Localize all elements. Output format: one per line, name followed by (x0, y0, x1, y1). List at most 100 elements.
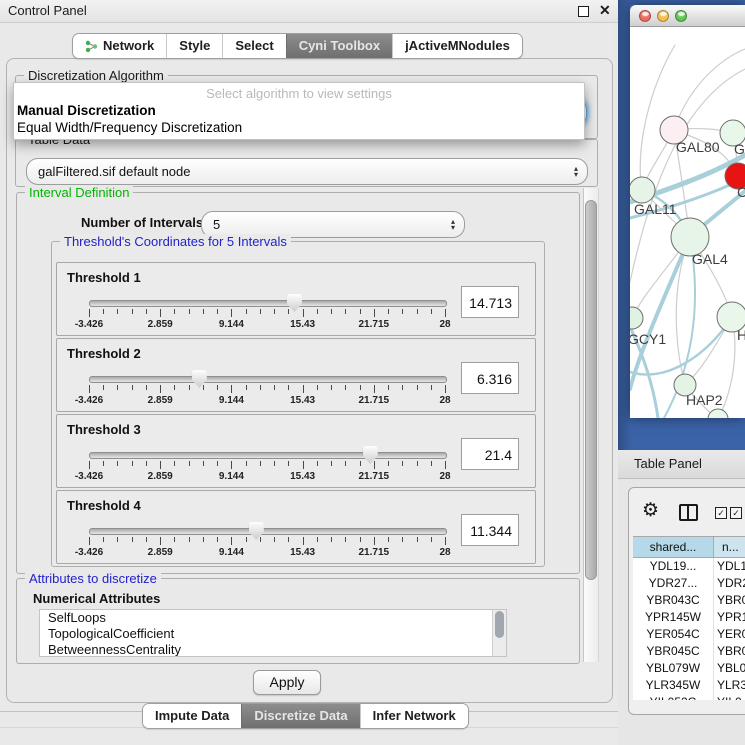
table-cell[interactable]: YIL0 (714, 694, 745, 700)
table-cell[interactable]: YLR3 (714, 677, 745, 694)
table-cell[interactable]: YDL19... (633, 558, 714, 575)
minor-tick (246, 537, 247, 542)
minor-tick (117, 309, 118, 314)
major-tick (231, 461, 232, 469)
table-cell[interactable]: YDR27... (633, 575, 714, 592)
threshold-value-field[interactable]: 11.344 (461, 514, 519, 546)
threshold-value-field[interactable]: 6.316 (461, 362, 519, 394)
table-cell[interactable]: YIL052C (633, 694, 714, 700)
table-data-combobox[interactable]: galFiltered.sif default node ▴▾ (26, 158, 588, 185)
split-pane-icon[interactable] (679, 504, 698, 521)
threshold-label: Threshold 3 (67, 422, 141, 437)
table-cell[interactable]: YPR145W (633, 609, 714, 626)
table-row[interactable]: YER054CYER0 (633, 626, 745, 643)
table-row[interactable]: YPR145WYPR1 (633, 609, 745, 626)
close-traffic-light-icon[interactable] (639, 10, 651, 22)
network-graph: GAL80GAL11GAL4GCY1HHAP2GC (630, 27, 745, 418)
table-cell[interactable]: YBR0 (714, 643, 745, 660)
list-scrollbar[interactable] (492, 610, 506, 656)
slider-track[interactable] (89, 300, 447, 307)
major-tick (160, 309, 161, 317)
minor-tick (132, 461, 133, 466)
network-window-titlebar[interactable] (630, 5, 745, 27)
major-tick (445, 537, 446, 545)
float-window-icon[interactable] (578, 6, 589, 17)
table-cell[interactable]: YBR0 (714, 592, 745, 609)
threshold-panel-2: Threshold 2-3.4262.8599.14415.4321.71528… (56, 338, 536, 412)
network-node-gcy1[interactable] (630, 307, 643, 329)
node-label-partial: G (734, 141, 745, 157)
column-header-name[interactable]: n... (714, 537, 745, 557)
table-row[interactable]: YBR043CYBR0 (633, 592, 745, 609)
table-cell[interactable]: YDL1 (714, 558, 745, 575)
tab-jactivemnodules[interactable]: jActiveMNodules (392, 34, 522, 58)
table-cell[interactable]: YBR045C (633, 643, 714, 660)
tab-label: Network (103, 34, 154, 58)
major-tick (374, 537, 375, 545)
checkbox-icon[interactable]: ✓ (715, 507, 727, 519)
table-cell[interactable]: YER054C (633, 626, 714, 643)
table-row[interactable]: YDL19...YDL1 (633, 558, 745, 575)
tick-label: 9.144 (219, 547, 244, 558)
table-cell[interactable]: YLR345W (633, 677, 714, 694)
apply-button[interactable]: Apply (253, 670, 321, 695)
tick-label: 21.715 (359, 547, 390, 558)
tab-select[interactable]: Select (222, 34, 285, 58)
network-node-gal11[interactable] (630, 177, 655, 203)
table-cell[interactable]: YPR1 (714, 609, 745, 626)
tab-impute-data[interactable]: Impute Data (143, 704, 241, 728)
tab-network[interactable]: Network (73, 34, 166, 58)
attribute-list-item[interactable]: BetweennessCentrality (40, 642, 506, 657)
table-cell[interactable]: YBL0 (714, 660, 745, 677)
network-edge[interactable] (674, 49, 745, 130)
panel-scrollbar-thumb[interactable] (585, 200, 597, 580)
column-header-shared-name[interactable]: shared... (633, 537, 714, 557)
tab-discretize-data[interactable]: Discretize Data (241, 704, 359, 728)
application-window: Control Panel ✕ NetworkStyleSelectCyni T… (0, 0, 745, 745)
tab-label: Impute Data (155, 704, 229, 728)
table-row[interactable]: YIL052CYIL0 (633, 694, 745, 700)
table-cell[interactable]: YER0 (714, 626, 745, 643)
attribute-list-item[interactable]: SelfLoops (40, 610, 506, 626)
tick-label: -3.426 (75, 471, 103, 482)
threshold-value-field[interactable]: 14.713 (461, 286, 519, 318)
threshold-value-field[interactable]: 21.4 (461, 438, 519, 470)
major-tick (303, 385, 304, 393)
minor-tick (288, 309, 289, 314)
attribute-list-item[interactable]: TopologicalCoefficient (40, 626, 506, 642)
panel-scrollbar[interactable] (583, 188, 599, 662)
tab-style[interactable]: Style (166, 34, 222, 58)
minor-tick (174, 461, 175, 466)
slider-track[interactable] (89, 528, 447, 535)
zoom-traffic-light-icon[interactable] (675, 10, 687, 22)
network-node[interactable] (708, 409, 728, 418)
gear-icon[interactable]: ⚙ (642, 501, 659, 521)
combo-stepper-icon[interactable]: ▴▾ (451, 219, 455, 231)
table-row[interactable]: YBL079WYBL0 (633, 660, 745, 677)
tab-cyni-toolbox[interactable]: Cyni Toolbox (286, 34, 392, 58)
table-cell[interactable]: YBL079W (633, 660, 714, 677)
minor-tick (117, 461, 118, 466)
table-row[interactable]: YBR045CYBR0 (633, 643, 745, 660)
checkbox-icon[interactable]: ✓ (730, 507, 742, 519)
tick-label: 28 (439, 471, 450, 482)
popup-option-manual-discretization[interactable]: Manual Discretization (17, 103, 156, 118)
combo-stepper-icon[interactable]: ▴▾ (574, 166, 578, 178)
tab-infer-network[interactable]: Infer Network (360, 704, 468, 728)
close-icon[interactable]: ✕ (599, 2, 611, 19)
popup-option-equal-width-frequency[interactable]: Equal Width/Frequency Discretization (17, 120, 242, 135)
list-scrollbar-thumb[interactable] (495, 611, 504, 638)
table-cell[interactable]: YDR2 (714, 575, 745, 592)
slider-track[interactable] (89, 452, 447, 459)
minimize-traffic-light-icon[interactable] (657, 10, 669, 22)
tab-label: Select (235, 34, 273, 58)
node-label: GAL11 (634, 201, 677, 217)
slider-track[interactable] (89, 376, 447, 383)
table-row[interactable]: YLR345WYLR3 (633, 677, 745, 694)
threshold-panel-3: Threshold 3-3.4262.8599.14415.4321.71528… (56, 414, 536, 488)
tab-label: Cyni Toolbox (299, 34, 380, 58)
network-canvas[interactable]: GAL80GAL11GAL4GCY1HHAP2GC (630, 27, 745, 418)
numerical-attributes-list[interactable]: SelfLoopsTopologicalCoefficientBetweenne… (39, 609, 507, 657)
table-cell[interactable]: YBR043C (633, 592, 714, 609)
table-row[interactable]: YDR27...YDR2 (633, 575, 745, 592)
